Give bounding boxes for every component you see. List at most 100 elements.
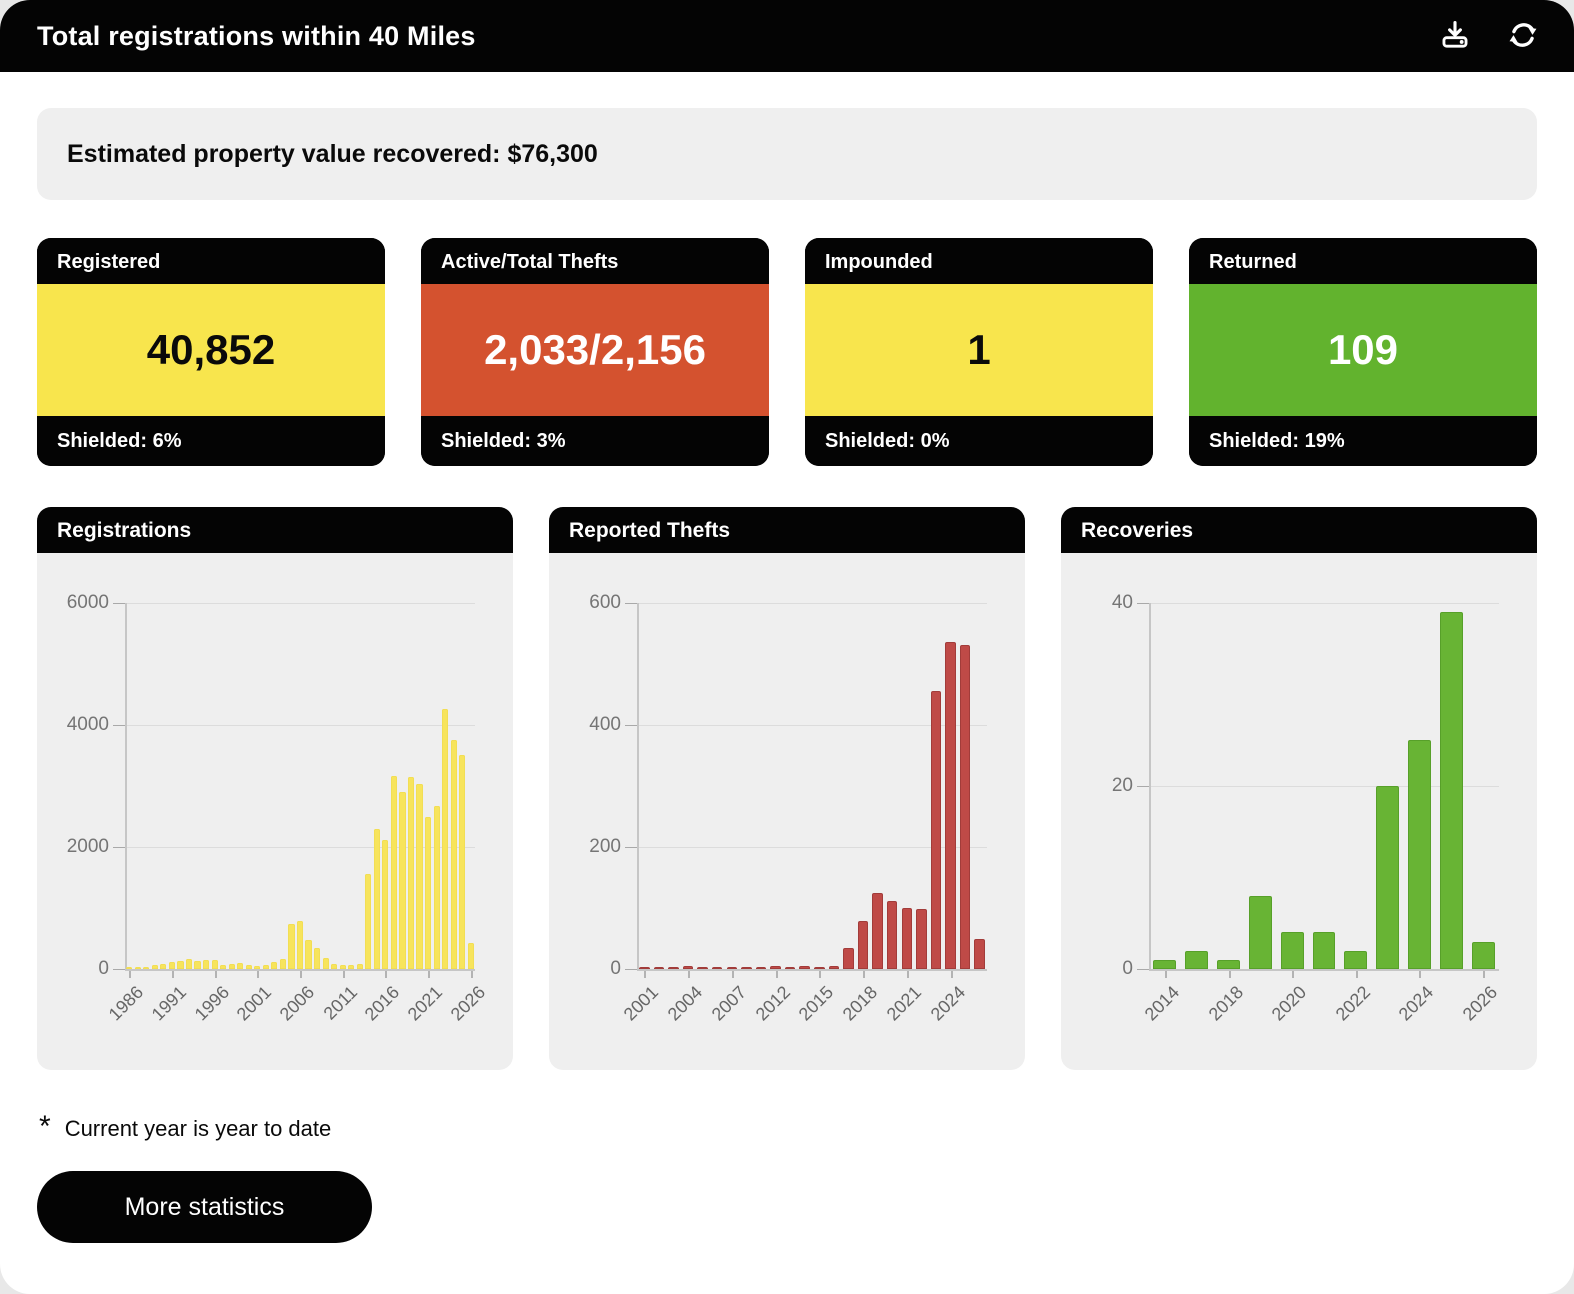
stat-card-footer: Shielded: 3% <box>421 416 769 466</box>
y-axis-label: 20 <box>1111 775 1133 796</box>
bar <box>784 967 796 969</box>
bar <box>726 967 738 969</box>
bar <box>872 893 883 969</box>
stat-card-label: Active/Total Thefts <box>421 238 769 284</box>
stat-card-impounded: Impounded 1 Shielded: 0% <box>805 238 1153 466</box>
bar <box>653 967 665 969</box>
bar <box>755 967 767 969</box>
refresh-icon <box>1506 18 1540 55</box>
bar <box>799 965 810 969</box>
x-axis-tick <box>470 971 473 978</box>
stat-card-value: 40,852 <box>37 284 385 416</box>
bar <box>271 962 278 969</box>
bar <box>770 965 781 969</box>
y-axis-tick <box>1137 786 1149 787</box>
widget-title: Total registrations within 40 Miles <box>37 20 476 51</box>
bar <box>450 739 457 969</box>
y-axis-tick <box>113 725 125 726</box>
bar <box>373 828 380 969</box>
x-axis-tick <box>1483 971 1486 978</box>
bar <box>1471 941 1495 969</box>
bar <box>1248 895 1272 969</box>
x-axis-tick <box>688 971 691 978</box>
reported-thefts-chart: 0 200 400 600 2001 2004 2007 2012 2015 2018 2021 20… <box>549 553 1025 1070</box>
y-axis-tick <box>1137 969 1149 970</box>
y-axis-tick <box>625 969 637 970</box>
bar <box>901 908 913 969</box>
bar <box>1185 950 1209 969</box>
bar <box>424 817 432 969</box>
bar <box>331 963 338 969</box>
x-axis-tick <box>1419 971 1422 978</box>
recoveries-chart: 0 20 40 2014 2018 2020 2022 2024 2026 <box>1061 553 1537 1070</box>
bar <box>168 962 176 969</box>
stat-card-label: Registered <box>37 238 385 284</box>
x-axis-tick <box>300 971 302 978</box>
y-axis-tick <box>113 603 125 604</box>
bar <box>1344 950 1368 969</box>
x-axis-tick <box>257 971 260 978</box>
bar <box>314 948 321 969</box>
refresh-button[interactable] <box>1504 17 1542 55</box>
bar <box>220 965 227 969</box>
bar <box>741 967 752 969</box>
bar <box>211 960 218 969</box>
y-axis-tick <box>625 725 637 726</box>
bar <box>262 964 269 969</box>
bar <box>814 967 825 969</box>
bar <box>930 691 942 969</box>
bar <box>974 938 985 969</box>
bar <box>194 961 201 969</box>
gridline <box>1149 603 1499 604</box>
y-axis-label: 200 <box>589 836 621 857</box>
bar <box>185 959 193 969</box>
x-axis-tick <box>214 971 217 978</box>
y-axis-tick <box>113 847 125 848</box>
bar <box>296 921 304 969</box>
bar <box>668 967 679 969</box>
y-axis-label: 0 <box>1122 958 1133 979</box>
stat-card-footer: Shielded: 0% <box>805 416 1153 466</box>
stat-card-value: 109 <box>1189 284 1537 416</box>
bar <box>959 645 971 969</box>
registrations-chart: 0 2000 4000 6000 1986 1991 1996 2001 2006 2011 201… <box>37 553 513 1070</box>
stat-card-footer: Shielded: 6% <box>37 416 385 466</box>
statistics-widget: Total registrations within 40 Miles Esti… <box>0 0 1574 1294</box>
bar <box>467 943 474 969</box>
stat-card-thefts: Active/Total Thefts 2,033/2,156 Shielded… <box>421 238 769 466</box>
y-axis-label: 40 <box>1111 592 1133 613</box>
y-axis-tick <box>625 603 637 604</box>
download-icon <box>1438 18 1472 55</box>
recovered-value-banner: Estimated property value recovered: $76,… <box>37 108 1537 200</box>
download-button[interactable] <box>1436 17 1474 55</box>
x-axis-tick <box>1164 971 1167 978</box>
title-bar-actions <box>1436 17 1542 55</box>
bar <box>407 777 415 969</box>
bar <box>348 965 355 969</box>
bar <box>639 967 650 969</box>
gridline <box>125 603 475 604</box>
y-axis-label: 0 <box>98 958 109 979</box>
bar <box>203 960 210 969</box>
bar <box>828 965 840 969</box>
bar <box>459 754 466 969</box>
x-axis-tick <box>428 971 431 978</box>
more-statistics-button[interactable]: More statistics <box>37 1171 372 1243</box>
footnote: * Current year is year to date <box>39 1112 1574 1144</box>
x-axis-tick <box>1292 971 1295 978</box>
y-axis-label: 2000 <box>66 836 109 857</box>
x-axis-tick <box>863 971 866 978</box>
bar <box>279 958 286 969</box>
gridline <box>637 603 987 604</box>
bar <box>126 967 133 969</box>
recovered-value-text: Estimated property value recovered: $76,… <box>67 139 598 168</box>
stat-card-footer: Shielded: 19% <box>1189 416 1537 466</box>
bar <box>143 966 150 969</box>
stat-card-returned: Returned 109 Shielded: 19% <box>1189 238 1537 466</box>
gridline <box>125 725 475 726</box>
bar <box>433 805 440 969</box>
bar <box>228 964 235 969</box>
registrations-chart-panel: Registrations 0 2000 4000 6000 1986 1991 1996 2… <box>37 507 513 1070</box>
reported-thefts-chart-panel: Reported Thefts 0 200 400 600 2001 2004 2007 20… <box>549 507 1025 1070</box>
bar <box>1312 932 1336 969</box>
